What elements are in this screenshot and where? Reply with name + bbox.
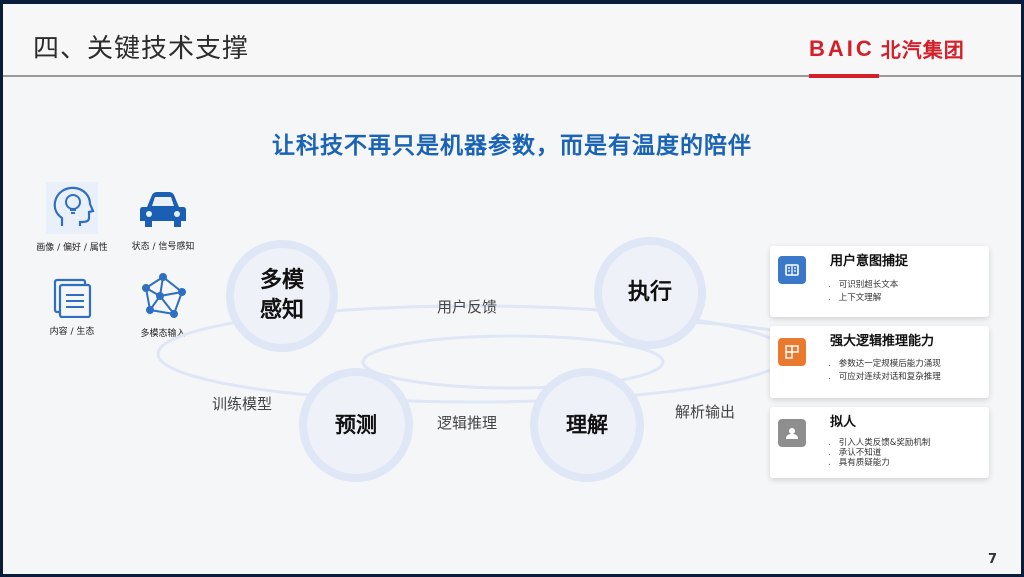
node-predict: 预测 (299, 368, 413, 482)
flow-label-feedback: 用户反馈 (437, 298, 498, 316)
page-number: 7 (988, 552, 998, 567)
card-humanlike-item: 具有质疑能力 (828, 458, 930, 468)
card-intent-title: 用户意图捕捉 (830, 254, 909, 269)
flow-label-reason: 逻辑推理 (437, 414, 498, 432)
node-understand: 理解 (530, 368, 644, 482)
card-reasoning-item: 参数达一定规模后能力涌现 (828, 358, 941, 371)
card-reasoning-item: 可应对连续对话和复杂推理 (828, 371, 941, 384)
card-reasoning-list: 参数达一定规模后能力涌现 可应对连续对话和复杂推理 (828, 358, 941, 384)
node-understand-label: 理解 (566, 413, 608, 437)
node-perception-line2: 感知 (259, 298, 304, 323)
card-humanlike-list: 引入人类反馈&奖励机制 承认不知道 具有质疑能力 (828, 438, 931, 468)
card-intent: 用户意图捕捉 可识别超长文本 上下文理解 (770, 246, 989, 317)
node-execute-label: 执行 (627, 280, 672, 305)
card-humanlike-item: 引入人类反馈&奖励机制 (828, 438, 931, 448)
card-intent-item: 上下文理解 (828, 292, 898, 305)
slide: 四、关键技术支撑 BAIC 北汽集团 让科技不再只是机器参数，而是有温度的陪伴 … (3, 4, 1021, 574)
card-reasoning-title: 强大逻辑推理能力 (830, 334, 935, 349)
person-icon (778, 419, 806, 447)
card-humanlike-item: 承认不知道 (828, 448, 930, 458)
blocks-icon (778, 338, 806, 366)
node-execute: 执行 (594, 237, 706, 349)
flow-label-output: 解析输出 (675, 403, 736, 421)
node-perception-line1: 多模 (259, 268, 304, 293)
card-intent-item: 可识别超长文本 (828, 279, 899, 292)
node-predict-label: 预测 (335, 413, 377, 437)
card-humanlike-title: 拟人 (830, 415, 857, 430)
card-intent-list: 可识别超长文本 上下文理解 (828, 279, 899, 305)
book-icon (778, 256, 806, 284)
flow-label-train: 训练模型 (212, 395, 273, 413)
card-humanlike: 拟人 引入人类反馈&奖励机制 承认不知道 具有质疑能力 (770, 407, 989, 478)
node-perception: 多模 感知 (226, 240, 338, 352)
card-reasoning: 强大逻辑推理能力 参数达一定规模后能力涌现 可应对连续对话和复杂推理 (770, 326, 989, 398)
